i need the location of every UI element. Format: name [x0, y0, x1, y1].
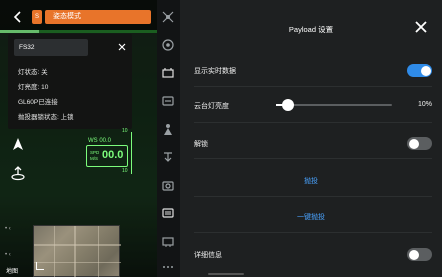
brightness-slider[interactable]: [276, 99, 392, 111]
top-bar: S 姿态模式: [0, 0, 157, 33]
scroll-indicator[interactable]: [180, 271, 442, 277]
unlock-label: 解锁: [194, 141, 208, 148]
drop-button[interactable]: 抛投: [180, 176, 442, 186]
panel-close-button[interactable]: [412, 18, 430, 36]
map-road: [54, 226, 55, 277]
toggle-knob: [408, 249, 419, 260]
speed-readout: SPD M/S 00.0: [86, 145, 128, 167]
tool-rail: [157, 0, 180, 277]
details-toggle[interactable]: [407, 248, 432, 261]
map-nav-dots-bottom: • ‹: [5, 252, 11, 258]
scroll-indicator-bar: [208, 273, 244, 275]
realtime-data-label: 显示实时数据: [194, 68, 236, 75]
close-icon: [415, 21, 427, 33]
hud-scale-bottom-label: 10: [122, 168, 128, 174]
gimbal-light-brightness-label: 云台灯亮度: [194, 103, 229, 110]
divider: [194, 122, 432, 123]
realtime-data-toggle[interactable]: [407, 64, 432, 77]
toggle-knob: [408, 138, 419, 149]
divider: [194, 158, 432, 159]
map-expand-handle[interactable]: [36, 262, 44, 270]
close-icon: [118, 43, 126, 51]
hud-altitude-scale: [131, 132, 132, 174]
return-home-icon[interactable]: [9, 164, 27, 182]
divider: [194, 86, 432, 87]
speed-unit-label: SPD M/S: [90, 150, 100, 161]
target-icon[interactable]: [161, 38, 175, 52]
divider: [194, 196, 432, 197]
signal-bar: [0, 30, 157, 33]
gl60p-connection-text: GL60P已连接: [18, 99, 58, 106]
light-status-text: 灯状态: 关: [18, 69, 48, 76]
unlock-toggle[interactable]: [407, 137, 432, 150]
aircraft-icon: [13, 138, 23, 150]
map-road: [74, 226, 76, 277]
device-name-field[interactable]: FS32: [14, 39, 88, 56]
dropper-lock-status-text: 抛投器锁状态: 上锁: [18, 114, 74, 121]
map-road: [34, 262, 121, 263]
payload-settings-panel: Payload 设置 显示实时数据 云台灯亮度 10% 解锁 抛投 一键抛投 详…: [180, 0, 442, 277]
brightness-slider-handle[interactable]: [282, 99, 294, 111]
chevron-left-icon: [13, 11, 21, 23]
person-icon[interactable]: [161, 122, 175, 136]
hud-scale-top-label: 10: [122, 128, 128, 134]
brightness-value: 10%: [417, 101, 432, 108]
back-button[interactable]: [10, 9, 26, 25]
map-road: [34, 244, 121, 246]
drop-icon[interactable]: [161, 150, 175, 164]
divider: [194, 232, 432, 233]
more-icon[interactable]: [161, 260, 175, 274]
camera-settings-icon[interactable]: [161, 94, 175, 108]
light-brightness-text: 灯亮度: 10: [18, 84, 49, 91]
speaker-icon[interactable]: [161, 206, 175, 220]
signal-bar-fill: [0, 30, 39, 33]
map-road: [98, 226, 99, 277]
wind-speed-label: WS 00.0: [88, 138, 112, 144]
device-panel-close-button[interactable]: [116, 39, 128, 56]
drop-all-button[interactable]: 一键抛投: [180, 212, 442, 222]
flight-mode-label[interactable]: 姿态模式: [45, 10, 151, 24]
toggle-knob: [420, 65, 431, 76]
gimbal-icon[interactable]: [161, 10, 175, 24]
device-info-panel: FS32 灯状态: 关 灯亮度: 10 GL60P已连接 抛投器锁状态: 上锁: [8, 34, 132, 129]
map-nav-dots-top: • ‹: [5, 226, 11, 232]
details-label: 详细信息: [194, 252, 222, 259]
speed-value: 00.0: [102, 149, 124, 161]
map-label[interactable]: 地图: [6, 266, 18, 275]
mini-map[interactable]: [33, 225, 121, 277]
panel-title: Payload 设置: [288, 25, 334, 34]
camera-icon[interactable]: [161, 178, 175, 192]
payload-icon[interactable]: [161, 66, 175, 80]
display-icon[interactable]: [161, 234, 175, 248]
flight-mode-tag: S: [32, 10, 42, 24]
